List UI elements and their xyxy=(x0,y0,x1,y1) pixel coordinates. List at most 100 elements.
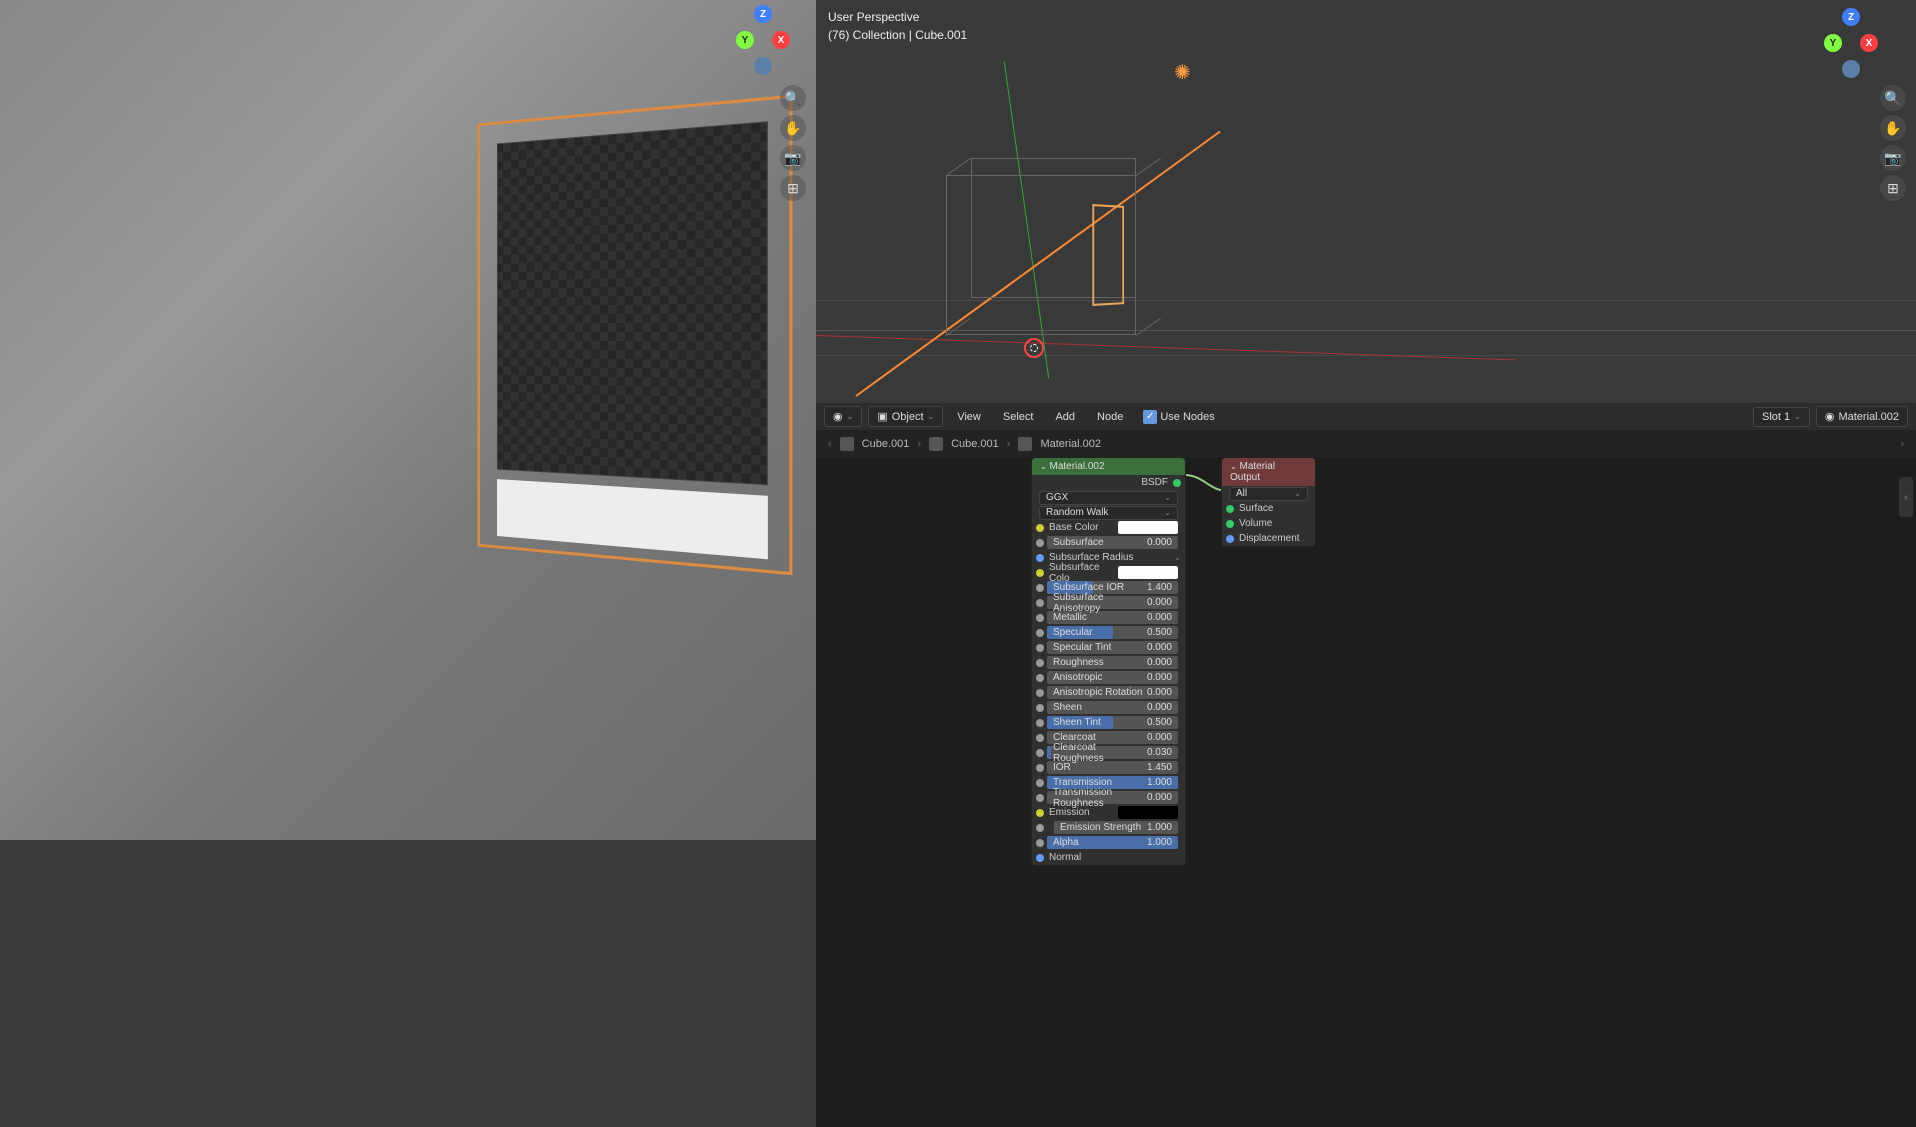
use-nodes-toggle[interactable]: ✓Use Nodes xyxy=(1143,410,1214,424)
material-selector[interactable]: ◉ Material.002 xyxy=(1816,406,1908,427)
socket-icon[interactable] xyxy=(1036,704,1044,712)
value-slider[interactable]: Sheen Tint0.500 xyxy=(1047,716,1178,729)
socket-icon[interactable] xyxy=(1036,779,1044,787)
value-slider[interactable]: Anisotropic Rotation0.000 xyxy=(1047,686,1178,699)
socket-icon[interactable] xyxy=(1036,539,1044,547)
prop-sheen[interactable]: Sheen0.000 xyxy=(1032,700,1185,715)
socket-icon[interactable] xyxy=(1036,629,1044,637)
axis-neg[interactable] xyxy=(754,57,772,75)
value-slider[interactable]: Anisotropic0.000 xyxy=(1047,671,1178,684)
scene-3d[interactable]: ✺ xyxy=(816,0,1916,403)
prop-subsurface[interactable]: Subsurface0.000 xyxy=(1032,535,1185,550)
socket-icon[interactable] xyxy=(1036,854,1044,862)
nav-gizmo-left[interactable]: Z Y X xyxy=(728,5,798,75)
socket-icon[interactable] xyxy=(1036,569,1044,577)
breadcrumb-material[interactable]: Material.002 xyxy=(1040,438,1101,450)
chevron-down-icon[interactable]: ⌄ xyxy=(1174,553,1181,562)
menu-add[interactable]: Add xyxy=(1047,408,1083,426)
surface-input[interactable]: Surface xyxy=(1222,501,1315,516)
prop-transmission-roughness[interactable]: Transmission Roughness0.000 xyxy=(1032,790,1185,805)
selected-object-frame xyxy=(477,95,792,576)
color-field[interactable] xyxy=(1118,566,1179,579)
wireframe-viewport[interactable]: User Perspective (76) Collection | Cube.… xyxy=(816,0,1916,403)
value-slider[interactable]: Subsurface Anisotropy0.000 xyxy=(1047,596,1178,609)
editor-type-dropdown[interactable]: ◉ ⌄ xyxy=(824,406,862,427)
prop-emission-strength[interactable]: Emission Strength1.000 xyxy=(1032,820,1185,835)
mesh-icon xyxy=(929,437,943,451)
value-slider[interactable]: Subsurface0.000 xyxy=(1047,536,1178,549)
prop-base-color[interactable]: Base Color xyxy=(1032,520,1185,535)
sss-method-dropdown[interactable]: Random Walk⌄ xyxy=(1039,506,1178,520)
slot-dropdown[interactable]: Slot 1 ⌄ xyxy=(1753,407,1810,427)
socket-icon[interactable] xyxy=(1036,524,1044,532)
displacement-input[interactable]: Displacement xyxy=(1222,531,1315,546)
object-mode-dropdown[interactable]: ▣ Object ⌄ xyxy=(868,406,943,427)
socket-icon[interactable] xyxy=(1036,839,1044,847)
socket-icon[interactable] xyxy=(1036,644,1044,652)
shader-header: ◉ ⌄ ▣ Object ⌄ View Select Add Node ✓Use… xyxy=(816,403,1916,431)
socket-icon[interactable] xyxy=(1036,599,1044,607)
socket-icon[interactable] xyxy=(1036,614,1044,622)
object-icon xyxy=(840,437,854,451)
socket-icon[interactable] xyxy=(1036,584,1044,592)
prop-specular[interactable]: Specular0.500 xyxy=(1032,625,1185,640)
axis-z[interactable]: Z xyxy=(754,5,772,23)
socket-icon[interactable] xyxy=(1036,554,1044,562)
distribution-dropdown[interactable]: GGX⌄ xyxy=(1039,491,1178,505)
zoom-icon[interactable]: 🔍 xyxy=(780,85,806,111)
prop-alpha[interactable]: Alpha1.000 xyxy=(1032,835,1185,850)
principled-bsdf-node[interactable]: ⌄ Material.002 BSDF GGX⌄ Random Walk⌄ Ba… xyxy=(1031,457,1186,866)
socket-icon[interactable] xyxy=(1036,734,1044,742)
material-icon xyxy=(1018,437,1032,451)
node-breadcrumb: ‹ Cube.001 › Cube.001 › Material.002 › xyxy=(816,431,1916,457)
value-slider[interactable]: Sheen0.000 xyxy=(1047,701,1178,714)
shader-editor[interactable]: ◉ ⌄ ▣ Object ⌄ View Select Add Node ✓Use… xyxy=(816,403,1916,1127)
value-slider[interactable]: Specular0.500 xyxy=(1047,626,1178,639)
prop-subsurface-anisotropy[interactable]: Subsurface Anisotropy0.000 xyxy=(1032,595,1185,610)
breadcrumb-object[interactable]: Cube.001 xyxy=(862,438,910,450)
socket-icon[interactable] xyxy=(1036,674,1044,682)
socket-icon[interactable] xyxy=(1036,659,1044,667)
value-slider[interactable]: Emission Strength1.000 xyxy=(1054,821,1178,834)
grid-icon[interactable]: ⊞ xyxy=(780,175,806,201)
prop-anisotropic-rotation[interactable]: Anisotropic Rotation0.000 xyxy=(1032,685,1185,700)
socket-icon[interactable] xyxy=(1036,764,1044,772)
menu-view[interactable]: View xyxy=(949,408,989,426)
camera-icon[interactable]: 📷 xyxy=(780,145,806,171)
prop-specular-tint[interactable]: Specular Tint0.000 xyxy=(1032,640,1185,655)
value-slider[interactable]: Alpha1.000 xyxy=(1047,836,1178,849)
socket-icon[interactable] xyxy=(1036,749,1044,757)
pan-icon[interactable]: ✋ xyxy=(780,115,806,141)
node-title: ⌄ Material Output xyxy=(1222,458,1315,486)
rendered-viewport[interactable]: Z Y X 🔍 ✋ 📷 ⊞ xyxy=(0,0,816,840)
menu-node[interactable]: Node xyxy=(1089,408,1131,426)
value-slider[interactable]: Transmission Roughness0.000 xyxy=(1047,791,1178,804)
socket-icon[interactable] xyxy=(1036,689,1044,697)
render-preview xyxy=(0,0,816,840)
target-dropdown[interactable]: All⌄ xyxy=(1229,487,1308,501)
material-output-node[interactable]: ⌄ Material Output All⌄ Surface Volume Di… xyxy=(1221,457,1316,547)
prop-clearcoat-roughness[interactable]: Clearcoat Roughness0.030 xyxy=(1032,745,1185,760)
socket-icon[interactable] xyxy=(1036,824,1044,832)
volume-input[interactable]: Volume xyxy=(1222,516,1315,531)
expand-handle[interactable]: ‹ xyxy=(1899,477,1913,517)
value-slider[interactable]: Specular Tint0.000 xyxy=(1047,641,1178,654)
light-icon[interactable]: ✺ xyxy=(1174,60,1192,78)
value-slider[interactable]: Roughness0.000 xyxy=(1047,656,1178,669)
axis-x[interactable]: X xyxy=(772,31,790,49)
selected-object[interactable] xyxy=(1092,204,1124,306)
prop-normal[interactable]: Normal xyxy=(1032,850,1185,865)
prop-roughness[interactable]: Roughness0.000 xyxy=(1032,655,1185,670)
socket-icon[interactable] xyxy=(1036,794,1044,802)
breadcrumb-mesh[interactable]: Cube.001 xyxy=(951,438,999,450)
value-slider[interactable]: Clearcoat Roughness0.030 xyxy=(1047,746,1178,759)
axis-y[interactable]: Y xyxy=(736,31,754,49)
prop-anisotropic[interactable]: Anisotropic0.000 xyxy=(1032,670,1185,685)
bsdf-output-socket[interactable]: BSDF xyxy=(1036,477,1173,488)
socket-icon[interactable] xyxy=(1036,719,1044,727)
prop-sheen-tint[interactable]: Sheen Tint0.500 xyxy=(1032,715,1185,730)
color-field[interactable] xyxy=(1118,521,1179,534)
menu-select[interactable]: Select xyxy=(995,408,1042,426)
socket-icon[interactable] xyxy=(1036,809,1044,817)
prop-subsurface-colo[interactable]: Subsurface Colo xyxy=(1032,565,1185,580)
